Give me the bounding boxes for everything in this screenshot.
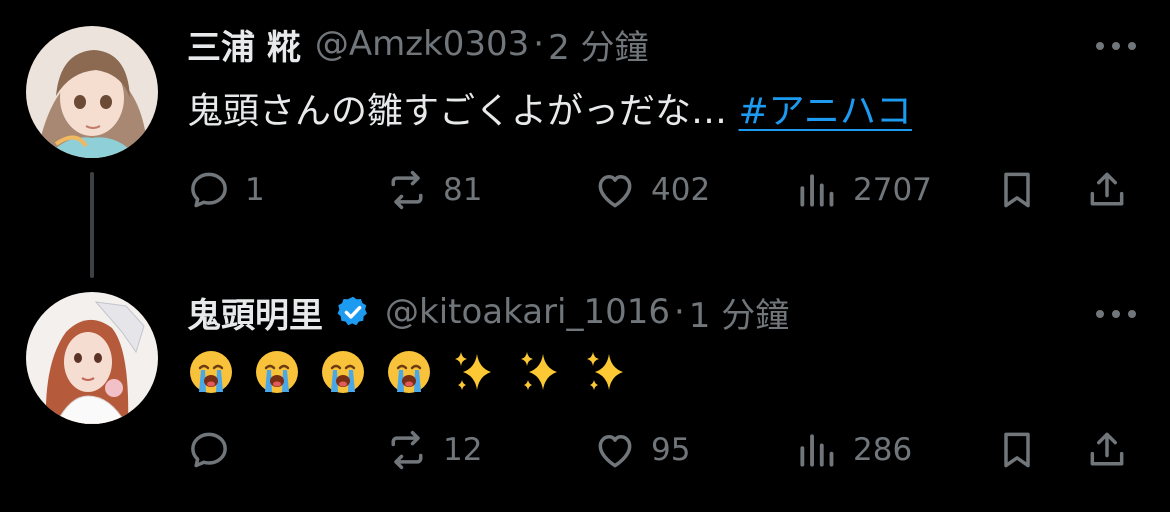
avatar[interactable]: [26, 26, 158, 158]
like-icon: [598, 435, 632, 468]
views-button[interactable]: 286: [795, 426, 912, 474]
views-count: 286: [853, 432, 913, 468]
bookmark-button[interactable]: [995, 426, 1039, 474]
tweet-text: 鬼頭さんの雛すごくよがっだな… #アニハコ: [187, 82, 912, 134]
reply-count: 1: [245, 172, 265, 208]
repost-icon: [391, 170, 423, 210]
reply-icon: [191, 172, 227, 208]
timestamp[interactable]: 1 分鐘: [689, 288, 789, 337]
tweet-header: 三浦 糀 @Amzk0303 · 2 分鐘: [187, 20, 649, 69]
like-button[interactable]: 95: [593, 426, 690, 474]
like-icon: [598, 175, 632, 208]
share-icon: [1090, 432, 1124, 466]
views-button[interactable]: 2707: [795, 166, 932, 214]
bookmark-icon: [1004, 172, 1030, 208]
sparkles-icon: [455, 352, 491, 390]
tweet-2[interactable]: 鬼頭明里 @kitoakari_1016 · 1 分鐘 12 95 286: [0, 240, 1170, 512]
verified-badge-icon[interactable]: [335, 294, 371, 330]
display-name[interactable]: 三浦 糀: [187, 20, 301, 69]
hashtag-link[interactable]: #アニハコ: [738, 91, 911, 132]
share-button[interactable]: [1085, 426, 1129, 474]
like-count: 402: [651, 172, 711, 208]
action-bar: 1 81 402 2707: [187, 166, 1137, 214]
action-bar: 12 95 286: [187, 426, 1137, 474]
display-name[interactable]: 鬼頭明里: [187, 288, 323, 337]
loudly-crying-face-icon: [322, 351, 364, 393]
more-horizontal-icon[interactable]: [1096, 36, 1136, 56]
reply-button[interactable]: 1: [187, 166, 265, 214]
share-icon: [1090, 172, 1124, 206]
separator-dot: ·: [673, 292, 685, 332]
reply-button[interactable]: [187, 426, 245, 474]
sparkles-icon: [587, 352, 623, 390]
bookmark-button[interactable]: [995, 166, 1039, 214]
reply-icon: [191, 432, 227, 468]
user-handle[interactable]: @Amzk0303: [315, 24, 529, 64]
tweet-text-body: 鬼頭さんの雛すごくよがっだな…: [187, 91, 728, 132]
tweet-1[interactable]: 三浦 糀 @Amzk0303 · 2 分鐘 鬼頭さんの雛すごくよがっだな… #ア…: [0, 0, 1170, 240]
bookmark-icon: [1004, 432, 1030, 468]
views-icon: [800, 434, 834, 467]
views-icon: [800, 174, 834, 207]
share-button[interactable]: [1085, 166, 1129, 214]
like-button[interactable]: 402: [593, 166, 710, 214]
avatar-illustration: [26, 26, 158, 158]
loudly-crying-face-icon: [256, 351, 298, 393]
repost-button[interactable]: 81: [385, 166, 482, 214]
timestamp[interactable]: 2 分鐘: [548, 20, 648, 69]
repost-button[interactable]: 12: [385, 426, 482, 474]
like-count: 95: [651, 432, 691, 468]
avatar[interactable]: [26, 292, 158, 424]
separator-dot: ·: [533, 24, 545, 64]
more-horizontal-icon[interactable]: [1096, 304, 1136, 324]
tweet-emoji-text: [187, 348, 631, 396]
user-handle[interactable]: @kitoakari_1016: [385, 292, 670, 332]
loudly-crying-face-icon: [190, 351, 232, 393]
loudly-crying-face-icon: [388, 351, 430, 393]
avatar-illustration: [26, 292, 158, 424]
tweet-header: 鬼頭明里 @kitoakari_1016 · 1 分鐘: [187, 288, 789, 337]
repost-count: 12: [443, 432, 483, 468]
sparkles-icon: [521, 352, 557, 390]
repost-count: 81: [443, 172, 483, 208]
repost-icon: [391, 430, 423, 470]
views-count: 2707: [853, 172, 932, 208]
